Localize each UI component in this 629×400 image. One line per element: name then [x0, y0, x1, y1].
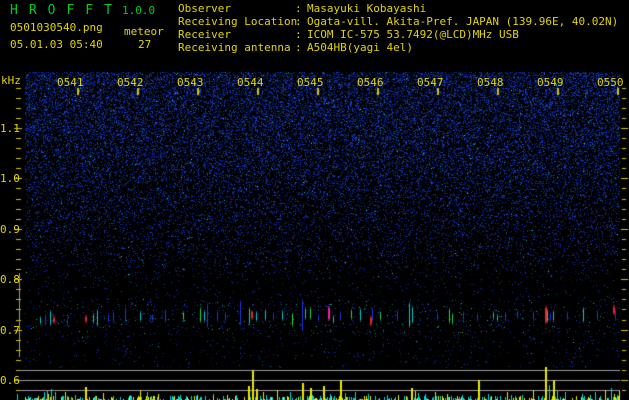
hrofft-screen: HROFFT 1.0.0 0501030540.png meteor 05.01… — [0, 0, 629, 400]
observation-mode: meteor — [124, 25, 164, 38]
app-title: HROFFT — [10, 3, 123, 18]
y-axis-label: 1.1 — [0, 122, 20, 135]
info-colon: : — [295, 41, 302, 54]
freq-axis-unit: kHz — [1, 74, 21, 87]
app-version: 1.0.0 — [122, 4, 156, 17]
capture-datetime: 05.01.03 05:40 — [10, 38, 103, 51]
x-axis-label: 0546 — [357, 76, 384, 89]
x-axis-label: 0547 — [417, 76, 444, 89]
x-axis-label: 0544 — [237, 76, 264, 89]
x-axis-label: 0545 — [297, 76, 324, 89]
spectrogram-canvas — [0, 0, 629, 400]
x-axis-label: 0550 — [597, 76, 624, 89]
y-axis-label: 0.8 — [0, 273, 20, 286]
x-axis-label: 0543 — [177, 76, 204, 89]
x-axis-label: 0549 — [537, 76, 564, 89]
info-row: Receiving antenna: A504HB(yagi 4el) — [178, 42, 618, 55]
info-value: A504HB(yagi 4el) — [307, 41, 413, 54]
y-axis-label: 0.6 — [0, 374, 20, 387]
x-axis-label: 0548 — [477, 76, 504, 89]
y-axis-label: 1.0 — [0, 172, 20, 185]
echo-count: 27 — [138, 38, 152, 51]
x-axis-label: 0542 — [117, 76, 144, 89]
y-axis-label: 0.7 — [0, 324, 20, 337]
station-info: Observer: Masayuki Kobayashi Receiving Lo… — [178, 3, 618, 55]
x-axis-label: 0541 — [57, 76, 84, 89]
y-axis-label: 0.9 — [0, 223, 20, 236]
capture-filename: 0501030540.png — [10, 21, 103, 34]
info-label: Receiving antenna — [178, 41, 291, 54]
